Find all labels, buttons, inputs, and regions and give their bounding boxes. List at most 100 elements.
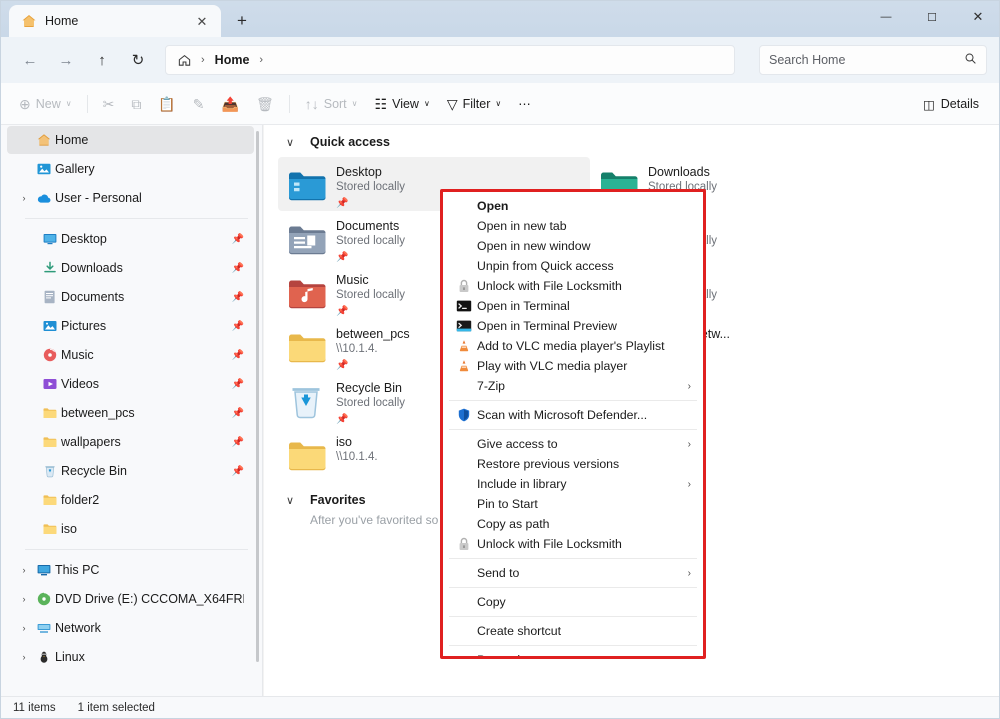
context-menu-item[interactable]: Unlock with File Locksmith — [443, 276, 703, 296]
context-menu-item[interactable]: Copy — [443, 592, 703, 612]
context-menu-item[interactable]: Properties — [443, 650, 703, 656]
selection-count: 1 item selected — [78, 702, 155, 714]
sidebar-item-music[interactable]: ›Music📌 — [7, 341, 254, 369]
context-menu-item[interactable]: Give access to› — [443, 434, 703, 454]
search-input[interactable]: Search Home — [759, 45, 987, 75]
pin-icon[interactable]: 📌 — [232, 292, 244, 303]
filter-button[interactable]: ▽ Filter ∨ — [439, 89, 509, 119]
pin-icon[interactable]: 📌 — [336, 414, 348, 425]
rename-icon: ✎ — [193, 97, 205, 111]
context-menu-item[interactable]: Open in new tab — [443, 216, 703, 236]
delete-button[interactable]: 🗑 — [248, 89, 282, 119]
chevron-right-icon[interactable]: › — [15, 594, 33, 604]
pin-icon[interactable]: 📌 — [232, 350, 244, 361]
sidebar-item-desktop[interactable]: ›Desktop📌 — [7, 225, 254, 253]
chevron-right-icon[interactable]: › — [15, 565, 33, 575]
context-menu-label: Send to — [477, 566, 519, 580]
pin-icon[interactable]: 📌 — [336, 252, 348, 263]
quick-access-header[interactable]: ∨ Quick access — [264, 125, 999, 157]
pin-icon[interactable]: 📌 — [232, 321, 244, 332]
chevron-right-icon[interactable]: › — [688, 439, 691, 450]
title-bar: Home ✕ + — ☐ ✕ — [1, 1, 1000, 37]
breadcrumb-home-icon[interactable] — [174, 50, 194, 70]
maximize-button[interactable]: ☐ — [909, 1, 955, 33]
chevron-right-icon[interactable]: › — [688, 568, 691, 579]
sidebar-item-between-pcs[interactable]: ›between_pcs📌 — [7, 399, 254, 427]
context-menu-item[interactable]: Unpin from Quick access — [443, 256, 703, 276]
pin-icon[interactable]: 📌 — [232, 466, 244, 477]
up-button[interactable]: ↑ — [85, 45, 119, 75]
sort-label: Sort — [324, 97, 347, 111]
context-menu-item[interactable]: Open in new window — [443, 236, 703, 256]
context-menu-item[interactable]: Send to › — [443, 563, 703, 583]
back-button[interactable]: ← — [13, 45, 47, 75]
sidebar-item-wallpapers[interactable]: ›wallpapers📌 — [7, 428, 254, 456]
pin-icon[interactable]: 📌 — [232, 408, 244, 419]
forward-button[interactable]: → — [49, 45, 83, 75]
sidebar-item-linux[interactable]: ›Linux — [7, 643, 254, 671]
breadcrumb[interactable]: › Home › — [165, 45, 735, 75]
sidebar-scrollbar[interactable] — [256, 131, 259, 662]
paste-button[interactable]: 📋 — [150, 89, 183, 119]
cut-button[interactable]: ✂ — [95, 89, 123, 119]
sort-icon: ↑↓ — [305, 97, 319, 111]
context-menu-item[interactable]: Pin to Start — [443, 494, 703, 514]
context-menu-item[interactable]: Open in Terminal — [443, 296, 703, 316]
pin-icon[interactable]: 📌 — [232, 234, 244, 245]
chevron-down-icon-quickaccess[interactable]: ∨ — [286, 136, 300, 149]
more-button[interactable]: ⋯ — [510, 89, 539, 119]
sidebar-item-documents[interactable]: ›Documents📌 — [7, 283, 254, 311]
minimize-button[interactable]: — — [863, 1, 909, 33]
chevron-right-icon[interactable]: › — [15, 193, 33, 203]
context-menu-item[interactable]: Copy as path — [443, 514, 703, 534]
refresh-button[interactable]: ↻ — [121, 45, 155, 75]
sidebar-item-pictures[interactable]: ›Pictures📌 — [7, 312, 254, 340]
chevron-right-icon[interactable]: › — [688, 381, 691, 392]
close-icon[interactable]: ✕ — [191, 10, 213, 32]
pin-icon[interactable]: 📌 — [232, 437, 244, 448]
details-pane-button[interactable]: ◫ Details — [915, 89, 987, 119]
pin-icon[interactable]: 📌 — [336, 198, 348, 209]
context-menu-item[interactable]: Scan with Microsoft Defender... — [443, 405, 703, 425]
sidebar-item-home[interactable]: ›Home — [7, 126, 254, 154]
tab-home[interactable]: Home ✕ — [9, 5, 221, 37]
share-button[interactable]: 📤 — [214, 89, 247, 119]
context-menu-item[interactable]: 7-Zip› — [443, 376, 703, 396]
breadcrumb-separator-2[interactable]: › — [256, 54, 266, 66]
context-menu-item[interactable]: Include in library› — [443, 474, 703, 494]
context-menu-item[interactable]: Open in Terminal Preview — [443, 316, 703, 336]
context-menu-item[interactable]: Open — [443, 196, 703, 216]
rename-button[interactable]: ✎ — [185, 89, 213, 119]
pin-icon[interactable]: 📌 — [232, 263, 244, 274]
sidebar-item-downloads[interactable]: ›Downloads📌 — [7, 254, 254, 282]
search-icon[interactable] — [964, 52, 977, 68]
chevron-down-icon-favorites[interactable]: ∨ — [286, 494, 300, 507]
sidebar-item-recycle-bin[interactable]: ›Recycle Bin📌 — [7, 457, 254, 485]
new-button[interactable]: ⊕ New ∨ — [11, 89, 80, 119]
window-close-button[interactable]: ✕ — [955, 1, 1000, 33]
breadcrumb-home-label[interactable]: Home — [212, 53, 253, 67]
copy-button[interactable]: ⧉ — [123, 89, 149, 119]
context-menu-item[interactable]: Restore previous versions — [443, 454, 703, 474]
sidebar-item-folder2[interactable]: ›folder2 — [7, 486, 254, 514]
new-tab-button[interactable]: + — [227, 7, 257, 35]
chevron-right-icon[interactable]: › — [15, 652, 33, 662]
view-button[interactable]: ☷ View ∨ — [367, 89, 438, 119]
sort-button[interactable]: ↑↓ Sort ∨ — [297, 89, 366, 119]
pin-icon[interactable]: 📌 — [336, 360, 348, 371]
sidebar-item-user-personal[interactable]: ›User - Personal — [7, 184, 254, 212]
sidebar-item-dvd-drive-e-cccoma-x64fre-en-us-dv[interactable]: ›DVD Drive (E:) CCCOMA_X64FRE_EN-US_DV — [7, 585, 254, 613]
context-menu-item[interactable]: Play with VLC media player — [443, 356, 703, 376]
chevron-right-icon[interactable]: › — [15, 623, 33, 633]
context-menu-item[interactable]: Add to VLC media player's Playlist — [443, 336, 703, 356]
context-menu-item[interactable]: Unlock with File Locksmith — [443, 534, 703, 554]
sidebar-item-network[interactable]: ›Network — [7, 614, 254, 642]
pin-icon[interactable]: 📌 — [336, 306, 348, 317]
sidebar-item-videos[interactable]: ›Videos📌 — [7, 370, 254, 398]
chevron-right-icon[interactable]: › — [688, 479, 691, 490]
sidebar-item-gallery[interactable]: ›Gallery — [7, 155, 254, 183]
sidebar-item-iso[interactable]: ›iso — [7, 515, 254, 543]
pin-icon[interactable]: 📌 — [232, 379, 244, 390]
context-menu-item[interactable]: Create shortcut — [443, 621, 703, 641]
sidebar-item-this-pc[interactable]: ›This PC — [7, 556, 254, 584]
